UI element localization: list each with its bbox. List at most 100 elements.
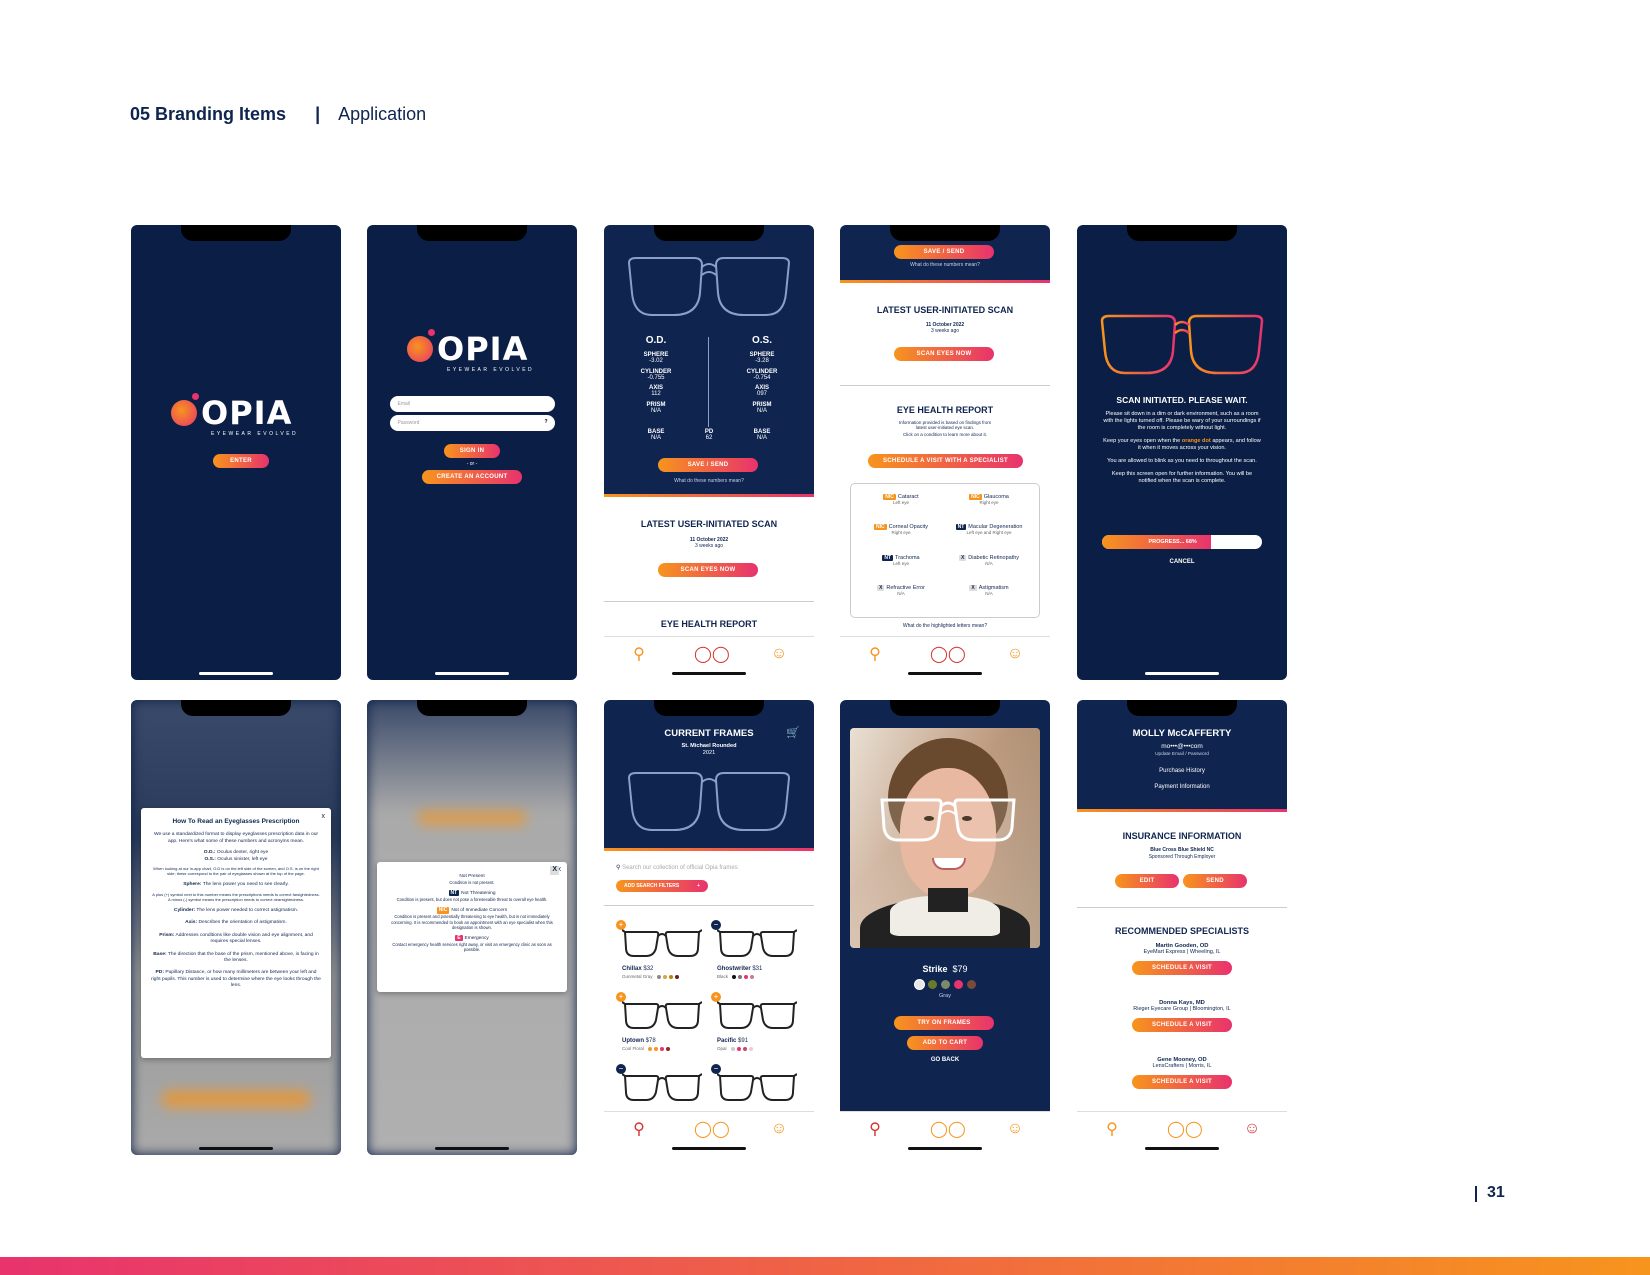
condition-item[interactable]: X Diabetic Retinopathy N/A bbox=[945, 554, 1033, 577]
glasses-icon[interactable]: ◯◯ bbox=[1167, 1119, 1203, 1139]
color-swatch[interactable] bbox=[744, 974, 749, 979]
frame-card[interactable]: + Uptown $78 Cool Floral bbox=[616, 992, 711, 1058]
profile-icon[interactable]: ☺ bbox=[764, 645, 794, 663]
condition-item[interactable]: NIC Cataract Left eye bbox=[857, 494, 945, 516]
color-swatch[interactable] bbox=[927, 980, 937, 989]
update-credentials-link[interactable]: Update Email / Password bbox=[1077, 752, 1287, 757]
phone-notch bbox=[181, 700, 291, 716]
frame-card[interactable]: + Chillax $32 Gunmetal Gray bbox=[616, 920, 711, 986]
base-left-value: N/A bbox=[650, 435, 661, 441]
condition-name: Diabetic Retinopathy bbox=[968, 554, 1020, 561]
color-swatch[interactable] bbox=[736, 1046, 741, 1051]
numbers-help-link[interactable]: What do these numbers mean? bbox=[840, 262, 1050, 268]
go-back-button[interactable]: GO BACK bbox=[840, 1057, 1050, 1063]
modal-title: How To Read an Eyeglasses Prescription bbox=[172, 818, 300, 825]
add-filters-button[interactable]: ADD SEARCH FILTERS + bbox=[616, 880, 708, 892]
color-swatch[interactable] bbox=[665, 1046, 670, 1051]
search-icon[interactable]: ⚲ bbox=[624, 644, 654, 664]
glasses-icon[interactable]: ◯◯ bbox=[930, 1119, 966, 1139]
glasses-outline-icon bbox=[627, 257, 791, 316]
color-swatch[interactable] bbox=[966, 980, 976, 989]
condition-item[interactable]: NT Macular Degeneration Left eye and Right… bbox=[945, 524, 1033, 546]
email-field[interactable]: Email bbox=[389, 396, 555, 412]
color-swatch[interactable] bbox=[730, 1046, 735, 1051]
condition-tag: NT bbox=[955, 524, 967, 531]
schedule-specialist-button[interactable]: SCHEDULE A VISIT WITH A SPECIALIST bbox=[868, 454, 1023, 468]
color-swatch[interactable] bbox=[659, 1046, 664, 1051]
add-to-cart-button[interactable]: ADD TO CART bbox=[907, 1036, 983, 1050]
profile-icon[interactable]: ☺ bbox=[1000, 645, 1030, 663]
try-on-button[interactable]: TRY ON FRAMES bbox=[894, 1016, 994, 1030]
password-help-icon[interactable]: ? bbox=[544, 419, 547, 425]
cancel-button[interactable]: CANCEL bbox=[1077, 559, 1287, 565]
scan-eyes-button[interactable]: SCAN EYES NOW bbox=[894, 347, 994, 361]
schedule-visit-button[interactable]: SCHEDULE A VISIT bbox=[1132, 1018, 1232, 1032]
save-send-button[interactable]: SAVE / SEND bbox=[658, 458, 758, 472]
schedule-visit-button[interactable]: SCHEDULE A VISIT bbox=[1132, 1075, 1232, 1089]
schedule-visit-button[interactable]: SCHEDULE A VISIT bbox=[1132, 961, 1232, 975]
specialist-place: Rieger Eyecare Group | Bloomington, IL bbox=[1133, 1006, 1231, 1012]
search-icon[interactable]: ⚲ bbox=[624, 1119, 654, 1139]
save-send-button[interactable]: SAVE / SEND bbox=[894, 245, 994, 259]
legend-label: Not of Immediate Concern bbox=[451, 908, 508, 914]
condition-item[interactable]: NIC Glaucoma Right eye bbox=[945, 494, 1033, 516]
search-icon[interactable]: ⚲ bbox=[1097, 1119, 1127, 1139]
enter-button[interactable]: ENTER bbox=[213, 454, 269, 468]
phone-notch bbox=[417, 700, 527, 716]
letters-help-link[interactable]: What do the highlighted letters mean? bbox=[840, 623, 1050, 629]
legend-item: X Not Present Condition is not present. bbox=[387, 866, 559, 885]
glasses-icon[interactable]: ◯◯ bbox=[930, 644, 966, 664]
payment-info-link[interactable]: Payment Information bbox=[1077, 784, 1287, 790]
rx-value: 112 bbox=[651, 391, 661, 398]
frame-price: $32 bbox=[643, 966, 654, 972]
condition-eye: Left eye bbox=[892, 560, 909, 566]
purchase-history-link[interactable]: Purchase History bbox=[1077, 768, 1287, 774]
password-field[interactable]: Password ? bbox=[389, 415, 555, 431]
glasses-icon[interactable]: ◯◯ bbox=[694, 644, 730, 664]
color-swatch[interactable] bbox=[953, 980, 963, 989]
scan-eyes-button[interactable]: SCAN EYES NOW bbox=[658, 563, 758, 577]
insurance-send-button[interactable]: SEND bbox=[1183, 874, 1247, 888]
color-swatch[interactable] bbox=[742, 1046, 747, 1051]
color-swatch[interactable] bbox=[662, 974, 667, 979]
cart-icon[interactable]: 🛒 bbox=[786, 726, 800, 739]
glasses-icon[interactable]: ◯◯ bbox=[694, 1119, 730, 1139]
color-swatch[interactable] bbox=[750, 974, 755, 979]
specialists-list: Martin Gooden, OD EyeMart Express | Wheel… bbox=[1077, 943, 1287, 1114]
sign-in-button[interactable]: SIGN IN bbox=[444, 444, 500, 458]
section-divider bbox=[604, 601, 814, 602]
logo-tagline: EYEWEAR EVOLVED bbox=[447, 367, 535, 373]
frame-card[interactable]: + Pacific $91 Opal bbox=[711, 992, 806, 1058]
create-account-button[interactable]: CREATE AN ACCOUNT bbox=[422, 470, 522, 484]
profile-icon[interactable]: ☺ bbox=[1237, 1120, 1267, 1138]
frame-card[interactable]: − Ghostwriter $31 Black bbox=[711, 920, 806, 986]
phone-notch bbox=[890, 700, 1000, 716]
color-swatch[interactable] bbox=[748, 1046, 753, 1051]
condition-item[interactable]: NIC Corneal Opacity Right eye bbox=[857, 524, 945, 546]
insurance-edit-button[interactable]: EDIT bbox=[1115, 874, 1179, 888]
color-swatch[interactable] bbox=[732, 974, 737, 979]
color-swatch[interactable] bbox=[668, 974, 673, 979]
search-icon[interactable]: ⚲ bbox=[860, 644, 890, 664]
phone-notch bbox=[417, 225, 527, 241]
condition-item[interactable]: X Refractive Error N/A bbox=[857, 584, 945, 607]
frames-search-input[interactable]: Search our collection of official Opia f… bbox=[622, 865, 738, 871]
or-divider: - or - bbox=[466, 461, 478, 467]
search-icon[interactable]: ⚲ bbox=[860, 1119, 890, 1139]
condition-item[interactable]: NT Trachoma Left eye bbox=[857, 554, 945, 577]
legend-desc: Condition is present, but does not pose … bbox=[396, 897, 548, 903]
profile-icon[interactable]: ☺ bbox=[764, 1120, 794, 1138]
color-swatch[interactable] bbox=[940, 980, 950, 989]
profile-icon[interactable]: ☺ bbox=[1000, 1120, 1030, 1138]
color-swatch[interactable] bbox=[653, 1046, 658, 1051]
close-icon[interactable]: x bbox=[322, 812, 326, 821]
condition-item[interactable]: X Astigmatism N/A bbox=[945, 584, 1033, 607]
color-swatch[interactable] bbox=[914, 980, 924, 989]
color-swatch[interactable] bbox=[738, 974, 743, 979]
color-swatch[interactable] bbox=[647, 1046, 652, 1051]
condition-tag: NT bbox=[882, 554, 894, 561]
color-swatch[interactable] bbox=[674, 974, 679, 979]
numbers-help-link[interactable]: What do these numbers mean? bbox=[604, 478, 814, 484]
color-swatch[interactable] bbox=[656, 974, 661, 979]
pd-definition: PD: Pupillary Distance, or how many mill… bbox=[151, 970, 321, 989]
